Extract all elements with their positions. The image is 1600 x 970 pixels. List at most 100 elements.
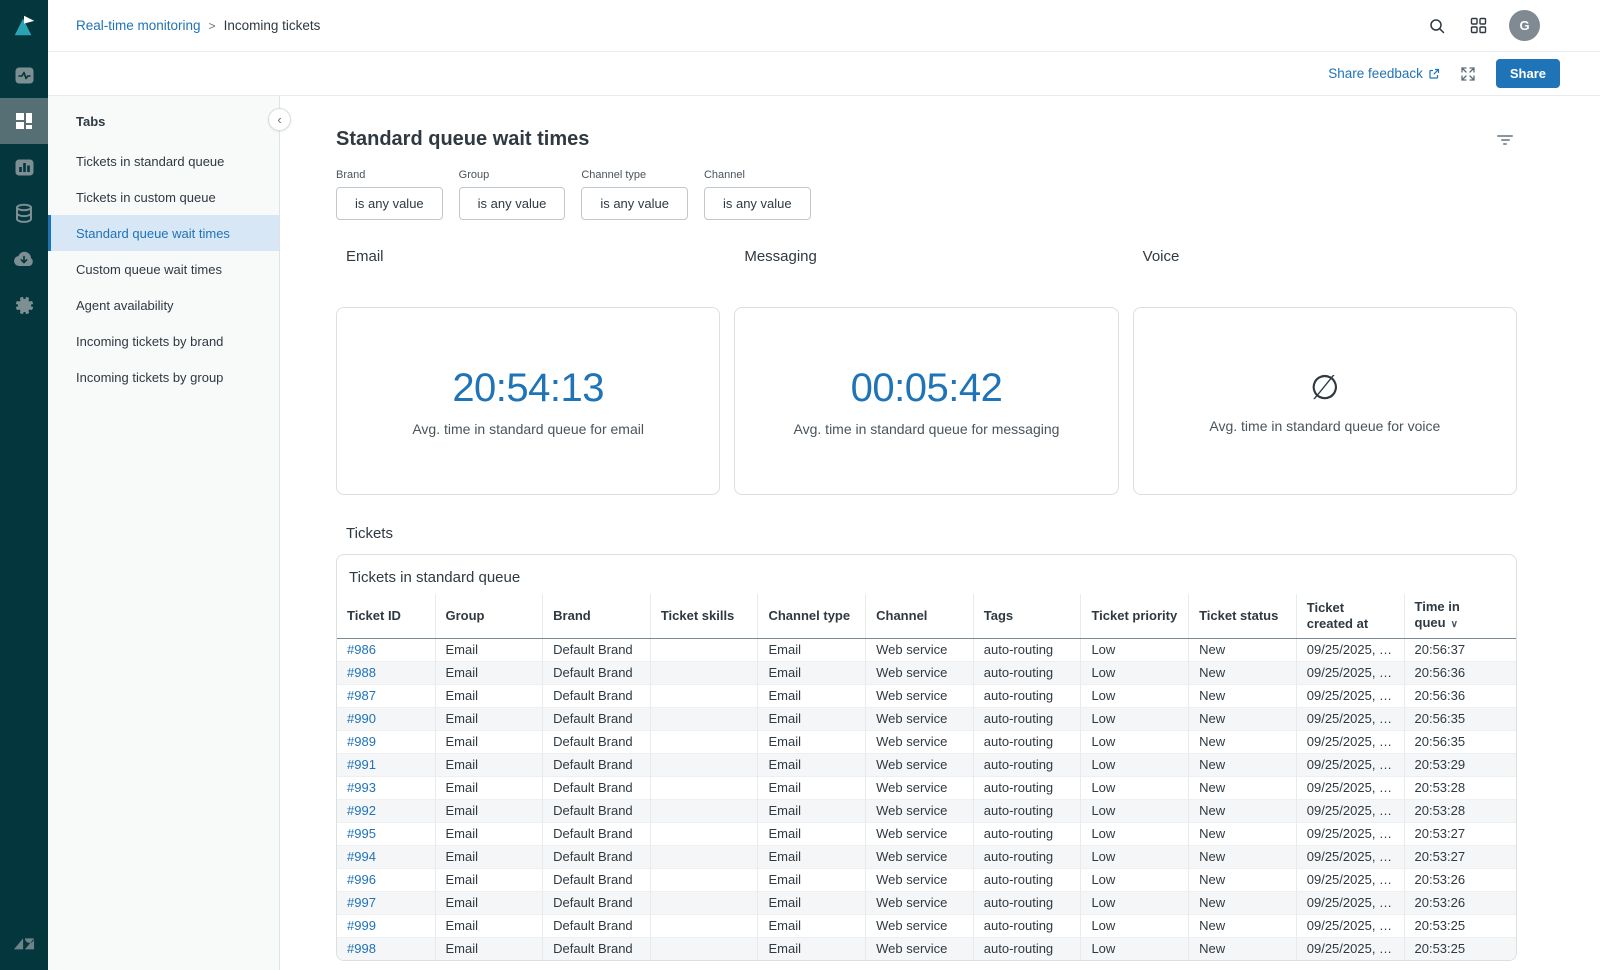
filter: Channel type is any value [581,169,688,220]
cell-tags: auto-routing [973,638,1081,661]
ticket-link[interactable]: #991 [347,757,376,772]
filter-value-button[interactable]: is any value [336,187,443,220]
ticket-link[interactable]: #998 [347,941,376,956]
visualizations-icon[interactable] [0,144,48,190]
breadcrumb-separator: > [209,19,216,33]
ticket-link[interactable]: #990 [347,711,376,726]
filter-value-button[interactable]: is any value [704,187,811,220]
cell-brand: Default Brand [543,730,651,753]
cell-group: Email [435,684,543,707]
cell-ticket-id: #986 [337,638,435,661]
collapse-panel-button[interactable]: ‹ [268,108,291,131]
ticket-link[interactable]: #997 [347,895,376,910]
fullscreen-icon[interactable] [1458,64,1478,84]
cell-time-in-queue: 20:53:28 [1404,799,1516,822]
tab-item[interactable]: Incoming tickets by group [48,359,279,395]
cell-time-in-queue: 20:53:25 [1404,937,1516,960]
settings-icon[interactable] [0,282,48,328]
cell-brand: Default Brand [543,684,651,707]
ticket-link[interactable]: #992 [347,803,376,818]
cell-time-in-queue: 20:53:29 [1404,753,1516,776]
cell-ticket-skills [650,822,758,845]
share-feedback-link[interactable]: Share feedback [1328,66,1440,81]
cell-brand: Default Brand [543,868,651,891]
datasets-icon[interactable] [0,190,48,236]
metrics-cards: 20:54:13Avg. time in standard queue for … [336,307,1517,495]
column-header-brand[interactable]: Brand [543,594,651,638]
filter-funnel-icon[interactable] [1493,131,1517,149]
reports-icon[interactable] [0,52,48,98]
tab-item[interactable]: Agent availability [48,287,279,323]
cell-tags: auto-routing [973,776,1081,799]
table-row: #986EmailDefault BrandEmailWeb serviceau… [337,638,1516,661]
column-header-channel-type[interactable]: Channel type [758,594,866,638]
explore-logo[interactable] [0,0,48,52]
ticket-link[interactable]: #993 [347,780,376,795]
cell-brand: Default Brand [543,845,651,868]
ticket-link[interactable]: #987 [347,688,376,703]
cell-ticket-id: #987 [337,684,435,707]
breadcrumb-section-link[interactable]: Real-time monitoring [76,18,201,33]
avatar[interactable]: G [1509,10,1540,41]
metric-section-label: Voice [1143,248,1517,265]
ticket-link[interactable]: #999 [347,918,376,933]
exports-icon[interactable] [0,236,48,282]
ticket-link[interactable]: #988 [347,665,376,680]
filter-value-button[interactable]: is any value [581,187,688,220]
cell-ticket-status: New [1189,730,1297,753]
metric-card: ∅Avg. time in standard queue for voice [1133,307,1517,495]
ticket-link[interactable]: #994 [347,849,376,864]
cell-time-in-queue: 20:53:26 [1404,868,1516,891]
share-button[interactable]: Share [1496,59,1560,88]
column-header-channel[interactable]: Channel [866,594,974,638]
cell-ticket-created-at: 09/25/2025, … [1296,868,1404,891]
column-header-ticket-skills[interactable]: Ticket skills [650,594,758,638]
cell-ticket-created-at: 09/25/2025, … [1296,776,1404,799]
ticket-link[interactable]: #986 [347,642,376,657]
cell-ticket-status: New [1189,937,1297,960]
column-header-ticket-priority[interactable]: Ticket priority [1081,594,1189,638]
table-row: #992EmailDefault BrandEmailWeb serviceau… [337,799,1516,822]
cell-ticket-skills [650,707,758,730]
cell-ticket-id: #988 [337,661,435,684]
cell-ticket-status: New [1189,845,1297,868]
cell-time-in-queue: 20:53:27 [1404,845,1516,868]
column-header-ticket-id[interactable]: Ticket ID [337,594,435,638]
cell-channel-type: Email [758,822,866,845]
tabs-list: Tickets in standard queueTickets in cust… [48,143,279,395]
column-header-ticket-created-at[interactable]: Ticket created at [1296,594,1404,638]
tab-item[interactable]: Incoming tickets by brand [48,323,279,359]
cell-ticket-priority: Low [1081,753,1189,776]
breadcrumb-current: Incoming tickets [224,18,321,33]
metrics-labels: EmailMessagingVoice [336,248,1517,279]
filter: Channelis any value [704,169,811,220]
search-icon[interactable] [1426,15,1448,37]
column-header-tags[interactable]: Tags [973,594,1081,638]
apps-grid-icon[interactable] [1468,15,1489,36]
ticket-link[interactable]: #995 [347,826,376,841]
cell-ticket-priority: Low [1081,937,1189,960]
metric-caption: Avg. time in standard queue for email [412,421,644,437]
ticket-link[interactable]: #996 [347,872,376,887]
column-header-time-in-queu[interactable]: Time in queu∨ [1404,594,1516,638]
cell-channel-type: Email [758,845,866,868]
tab-item[interactable]: Custom queue wait times [48,251,279,287]
table-row: #990EmailDefault BrandEmailWeb serviceau… [337,707,1516,730]
cell-ticket-status: New [1189,868,1297,891]
cell-group: Email [435,891,543,914]
column-header-ticket-status[interactable]: Ticket status [1189,594,1297,638]
tab-item[interactable]: Standard queue wait times [48,215,279,251]
ticket-link[interactable]: #989 [347,734,376,749]
topbar: Real-time monitoring > Incoming tickets … [48,0,1600,52]
column-header-group[interactable]: Group [435,594,543,638]
cell-ticket-skills [650,730,758,753]
cell-ticket-id: #997 [337,891,435,914]
metric-section-label: Messaging [744,248,1118,265]
tab-item[interactable]: Tickets in standard queue [48,143,279,179]
tab-item[interactable]: Tickets in custom queue [48,179,279,215]
page-title: Standard queue wait times [336,128,589,151]
cell-ticket-id: #993 [337,776,435,799]
filter-value-button[interactable]: is any value [459,187,566,220]
filter-label: Channel type [581,169,688,181]
dashboards-icon[interactable] [0,98,48,144]
